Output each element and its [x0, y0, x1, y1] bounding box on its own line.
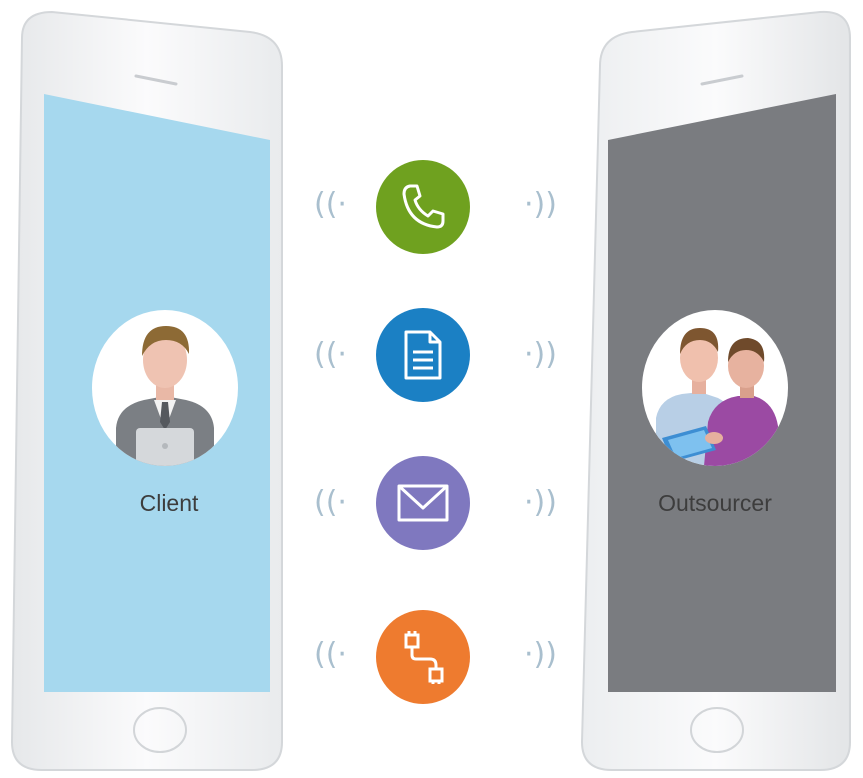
signal-left-document: ((· [314, 337, 347, 372]
two-colleagues-tablet-icon [656, 328, 780, 466]
signal-right-phone: ·)) [524, 187, 557, 222]
connection-channel-button[interactable] [376, 610, 470, 704]
email-channel-button[interactable] [376, 456, 470, 550]
communication-illustration: Client Outsourcer ((· ·)) ((· ·)) ((· ·)… [0, 0, 863, 778]
signal-right-email: ·)) [524, 485, 557, 520]
phone-channel-button[interactable] [376, 160, 470, 254]
businessman-laptop-icon [116, 326, 214, 466]
document-channel-button[interactable] [376, 308, 470, 402]
document-icon [404, 330, 442, 380]
client-avatar [92, 310, 238, 466]
client-label: Client [139, 490, 199, 516]
outsourcer-label: Outsourcer [658, 490, 772, 516]
envelope-icon [397, 484, 449, 522]
phone-icon [402, 184, 445, 229]
signal-right-connection: ·)) [524, 637, 557, 672]
signal-right-document: ·)) [524, 337, 557, 372]
cable-connector-icon [404, 631, 444, 684]
outsourcer-avatar [642, 310, 788, 466]
signal-left-email: ((· [314, 485, 347, 520]
signal-left-phone: ((· [314, 187, 347, 222]
signal-left-connection: ((· [314, 637, 347, 672]
